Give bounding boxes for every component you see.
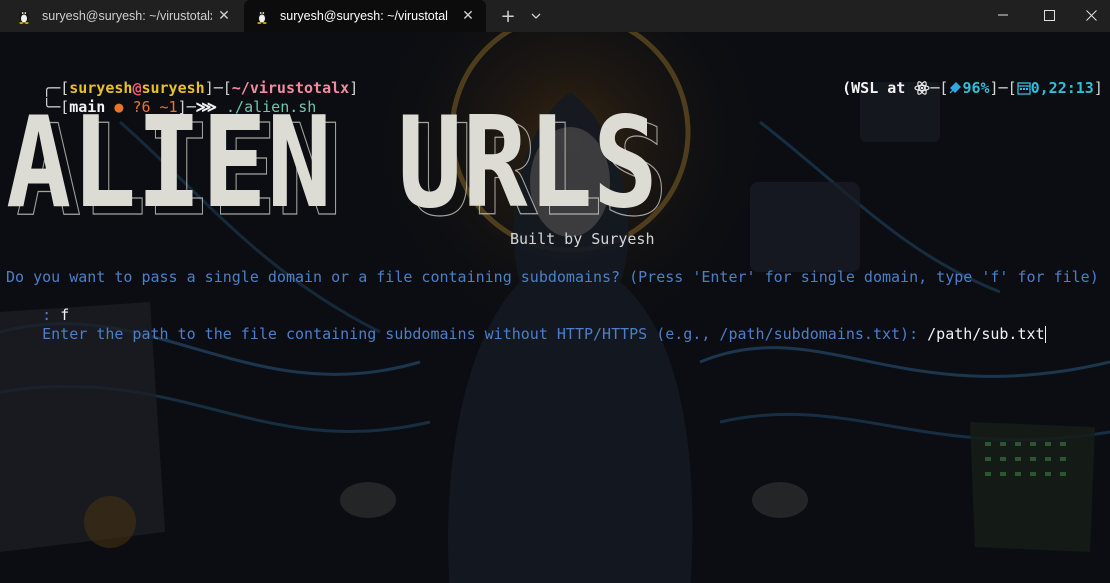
clock-time: 0,22:13 <box>1030 79 1094 97</box>
path-input-value[interactable]: /path/sub.txt <box>927 325 1044 343</box>
close-icon <box>1085 9 1097 21</box>
battery-percent: 96% <box>962 79 990 97</box>
tab-virustotal-active[interactable]: suryesh@suryesh: ~/virustotal ✕ <box>244 0 486 32</box>
text-cursor <box>1044 326 1046 343</box>
bracket: ] <box>349 79 359 97</box>
minimize-icon <box>998 14 1008 16</box>
close-icon[interactable]: ✕ <box>216 8 232 24</box>
window-close-button[interactable] <box>1072 0 1110 30</box>
calendar-icon <box>1016 82 1031 95</box>
atom-icon <box>914 81 930 95</box>
banner-text: ALIEN URLS <box>6 110 658 228</box>
close-icon[interactable]: ✕ <box>460 8 476 24</box>
tab-virustotalx-1[interactable]: suryesh@suryesh: ~/virustotalx ✕ <box>6 0 242 32</box>
path-prompt: Enter the path to the file containing su… <box>42 325 928 343</box>
tab-dropdown-button[interactable] <box>526 6 546 26</box>
maximize-button[interactable] <box>1026 0 1072 30</box>
linux-penguin-icon <box>19 11 29 24</box>
wsl-env-label: (WSL at <box>842 79 915 97</box>
built-by-credit: Built by Suryesh <box>510 230 655 248</box>
question-line: Do you want to pass a single domain or a… <box>6 268 1099 286</box>
new-tab-button[interactable]: + <box>496 6 520 27</box>
plug-icon <box>949 82 962 94</box>
tab-title: suryesh@suryesh: ~/virustotal <box>280 9 448 23</box>
terminal-pane[interactable]: ╭─[suryesh@suryesh]─[~/virustotalx] (WSL… <box>0 32 1110 583</box>
tab-title: suryesh@suryesh: ~/virustotalx <box>42 9 212 23</box>
path-input-line[interactable]: Enter the path to the file containing su… <box>6 306 1046 363</box>
prompt-status-right: (WSL at ─[ 96%]─[ 0,22:13] <box>806 60 1103 117</box>
alien-urls-banner: ALIEN URLS ALIEN URLS <box>6 110 669 228</box>
linux-penguin-icon <box>257 11 267 24</box>
bracket: ─[ <box>930 79 949 97</box>
minimize-button[interactable] <box>980 0 1026 30</box>
maximize-icon <box>1043 9 1055 21</box>
chevron-down-icon <box>531 13 541 19</box>
title-bar: suryesh@suryesh: ~/virustotalx ✕ suryesh… <box>0 0 1110 32</box>
bracket: ]─[ <box>989 79 1017 97</box>
bracket: ] <box>1093 79 1103 97</box>
